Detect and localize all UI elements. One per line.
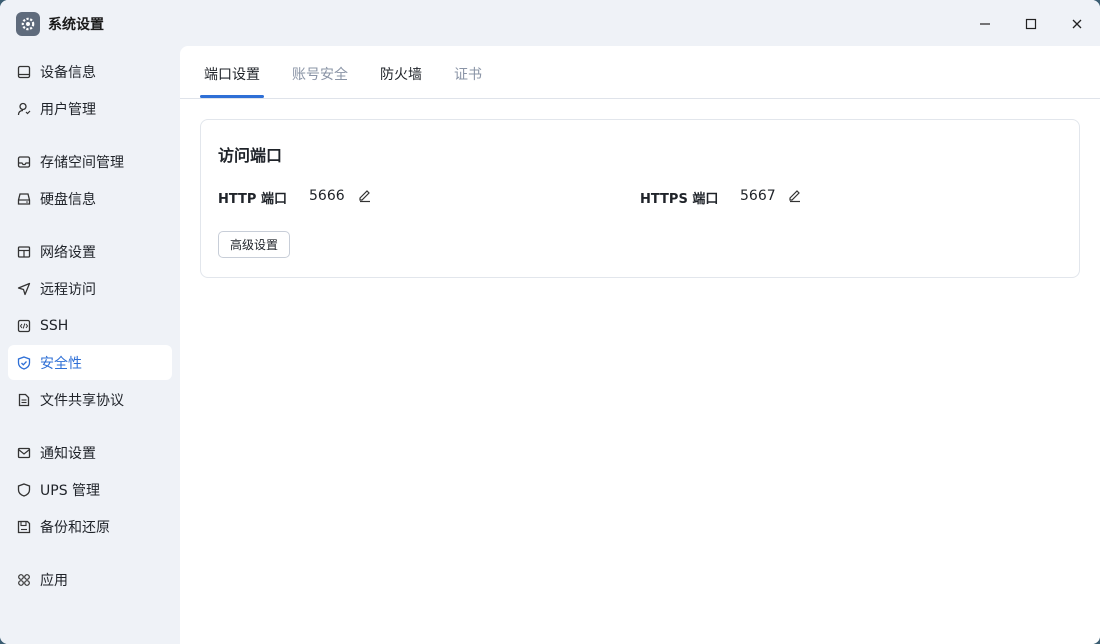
maximize-icon: [1025, 18, 1037, 30]
gear-icon: [16, 12, 40, 36]
disk-icon: [16, 191, 32, 207]
close-button[interactable]: [1055, 8, 1099, 40]
sidebar-item-label: 文件共享协议: [40, 392, 124, 409]
sidebar-item-apps[interactable]: 应用: [8, 562, 172, 597]
sidebar-item-label: 安全性: [40, 355, 82, 372]
sidebar-item-file-sharing[interactable]: 文件共享协议: [8, 382, 172, 417]
shield-check-icon: [16, 355, 32, 371]
sidebar-item-label: 设备信息: [40, 64, 96, 81]
sidebar: 设备信息 用户管理 存储空间管理 硬盘信息 网络设置 远程访问 SSH 安全性 …: [0, 46, 180, 644]
sidebar-item-users[interactable]: 用户管理: [8, 91, 172, 126]
sidebar-item-label: 用户管理: [40, 101, 96, 118]
sidebar-item-ssh[interactable]: SSH: [8, 308, 172, 343]
sidebar-item-label: 备份和还原: [40, 519, 110, 536]
sidebar-item-label: 通知设置: [40, 445, 96, 462]
network-icon: [16, 244, 32, 260]
storage-icon: [16, 154, 32, 170]
tab-bar: 端口设置 账号安全 防火墙 证书: [180, 46, 1100, 99]
sidebar-item-disk-info[interactable]: 硬盘信息: [8, 181, 172, 216]
tab-account-security[interactable]: 账号安全: [292, 64, 348, 84]
tab-port-settings[interactable]: 端口设置: [204, 64, 260, 84]
sidebar-item-label: 硬盘信息: [40, 191, 96, 208]
code-icon: [16, 318, 32, 334]
close-icon: [1072, 19, 1082, 29]
mail-icon: [16, 445, 32, 461]
window-title: 系统设置: [48, 17, 104, 33]
edit-https-port-icon[interactable]: [787, 187, 803, 203]
https-port-label: HTTPS 端口: [640, 192, 719, 207]
settings-window: 系统设置 设备信息 用户管理 存储空间管理 硬盘信息 网络设置 远程访问 SSH…: [0, 0, 1100, 644]
sidebar-item-storage[interactable]: 存储空间管理: [8, 144, 172, 179]
apps-grid-icon: [16, 572, 32, 588]
monitor-icon: [16, 64, 32, 80]
sidebar-item-label: UPS 管理: [40, 482, 101, 499]
maximize-button[interactable]: [1009, 8, 1053, 40]
card-title: 访问端口: [218, 146, 283, 165]
minimize-button[interactable]: [963, 8, 1007, 40]
minimize-icon: [980, 23, 990, 25]
active-tab-indicator: [200, 95, 264, 98]
access-port-card: 访问端口 HTTP 端口 5666 HTTPS 端口 5667 高级设置: [200, 119, 1080, 278]
edit-http-port-icon[interactable]: [357, 187, 373, 203]
sidebar-item-ups[interactable]: UPS 管理: [8, 472, 172, 507]
sidebar-item-label: 网络设置: [40, 244, 96, 261]
sidebar-item-label: SSH: [40, 317, 69, 334]
sidebar-item-security[interactable]: 安全性: [8, 345, 172, 380]
user-icon: [16, 101, 32, 117]
send-icon: [16, 281, 32, 297]
sidebar-item-label: 存储空间管理: [40, 154, 124, 171]
sidebar-item-label: 远程访问: [40, 281, 96, 298]
sidebar-item-remote-access[interactable]: 远程访问: [8, 271, 172, 306]
sidebar-item-network[interactable]: 网络设置: [8, 234, 172, 269]
document-icon: [16, 392, 32, 408]
http-port-value: 5666: [309, 188, 345, 204]
sidebar-item-notifications[interactable]: 通知设置: [8, 435, 172, 470]
save-icon: [16, 519, 32, 535]
sidebar-item-device-info[interactable]: 设备信息: [8, 54, 172, 89]
shield-icon: [16, 482, 32, 498]
sidebar-item-label: 应用: [40, 572, 68, 589]
main-content: 端口设置 账号安全 防火墙 证书 访问端口 HTTP 端口 5666 HTTPS…: [180, 46, 1100, 644]
sidebar-item-backup[interactable]: 备份和还原: [8, 509, 172, 544]
title-bar: 系统设置: [0, 0, 1100, 46]
tab-firewall[interactable]: 防火墙: [380, 64, 422, 84]
advanced-settings-button[interactable]: 高级设置: [218, 231, 290, 258]
https-port-value: 5667: [740, 188, 776, 204]
http-port-label: HTTP 端口: [218, 192, 287, 207]
tab-certificate[interactable]: 证书: [454, 64, 482, 84]
